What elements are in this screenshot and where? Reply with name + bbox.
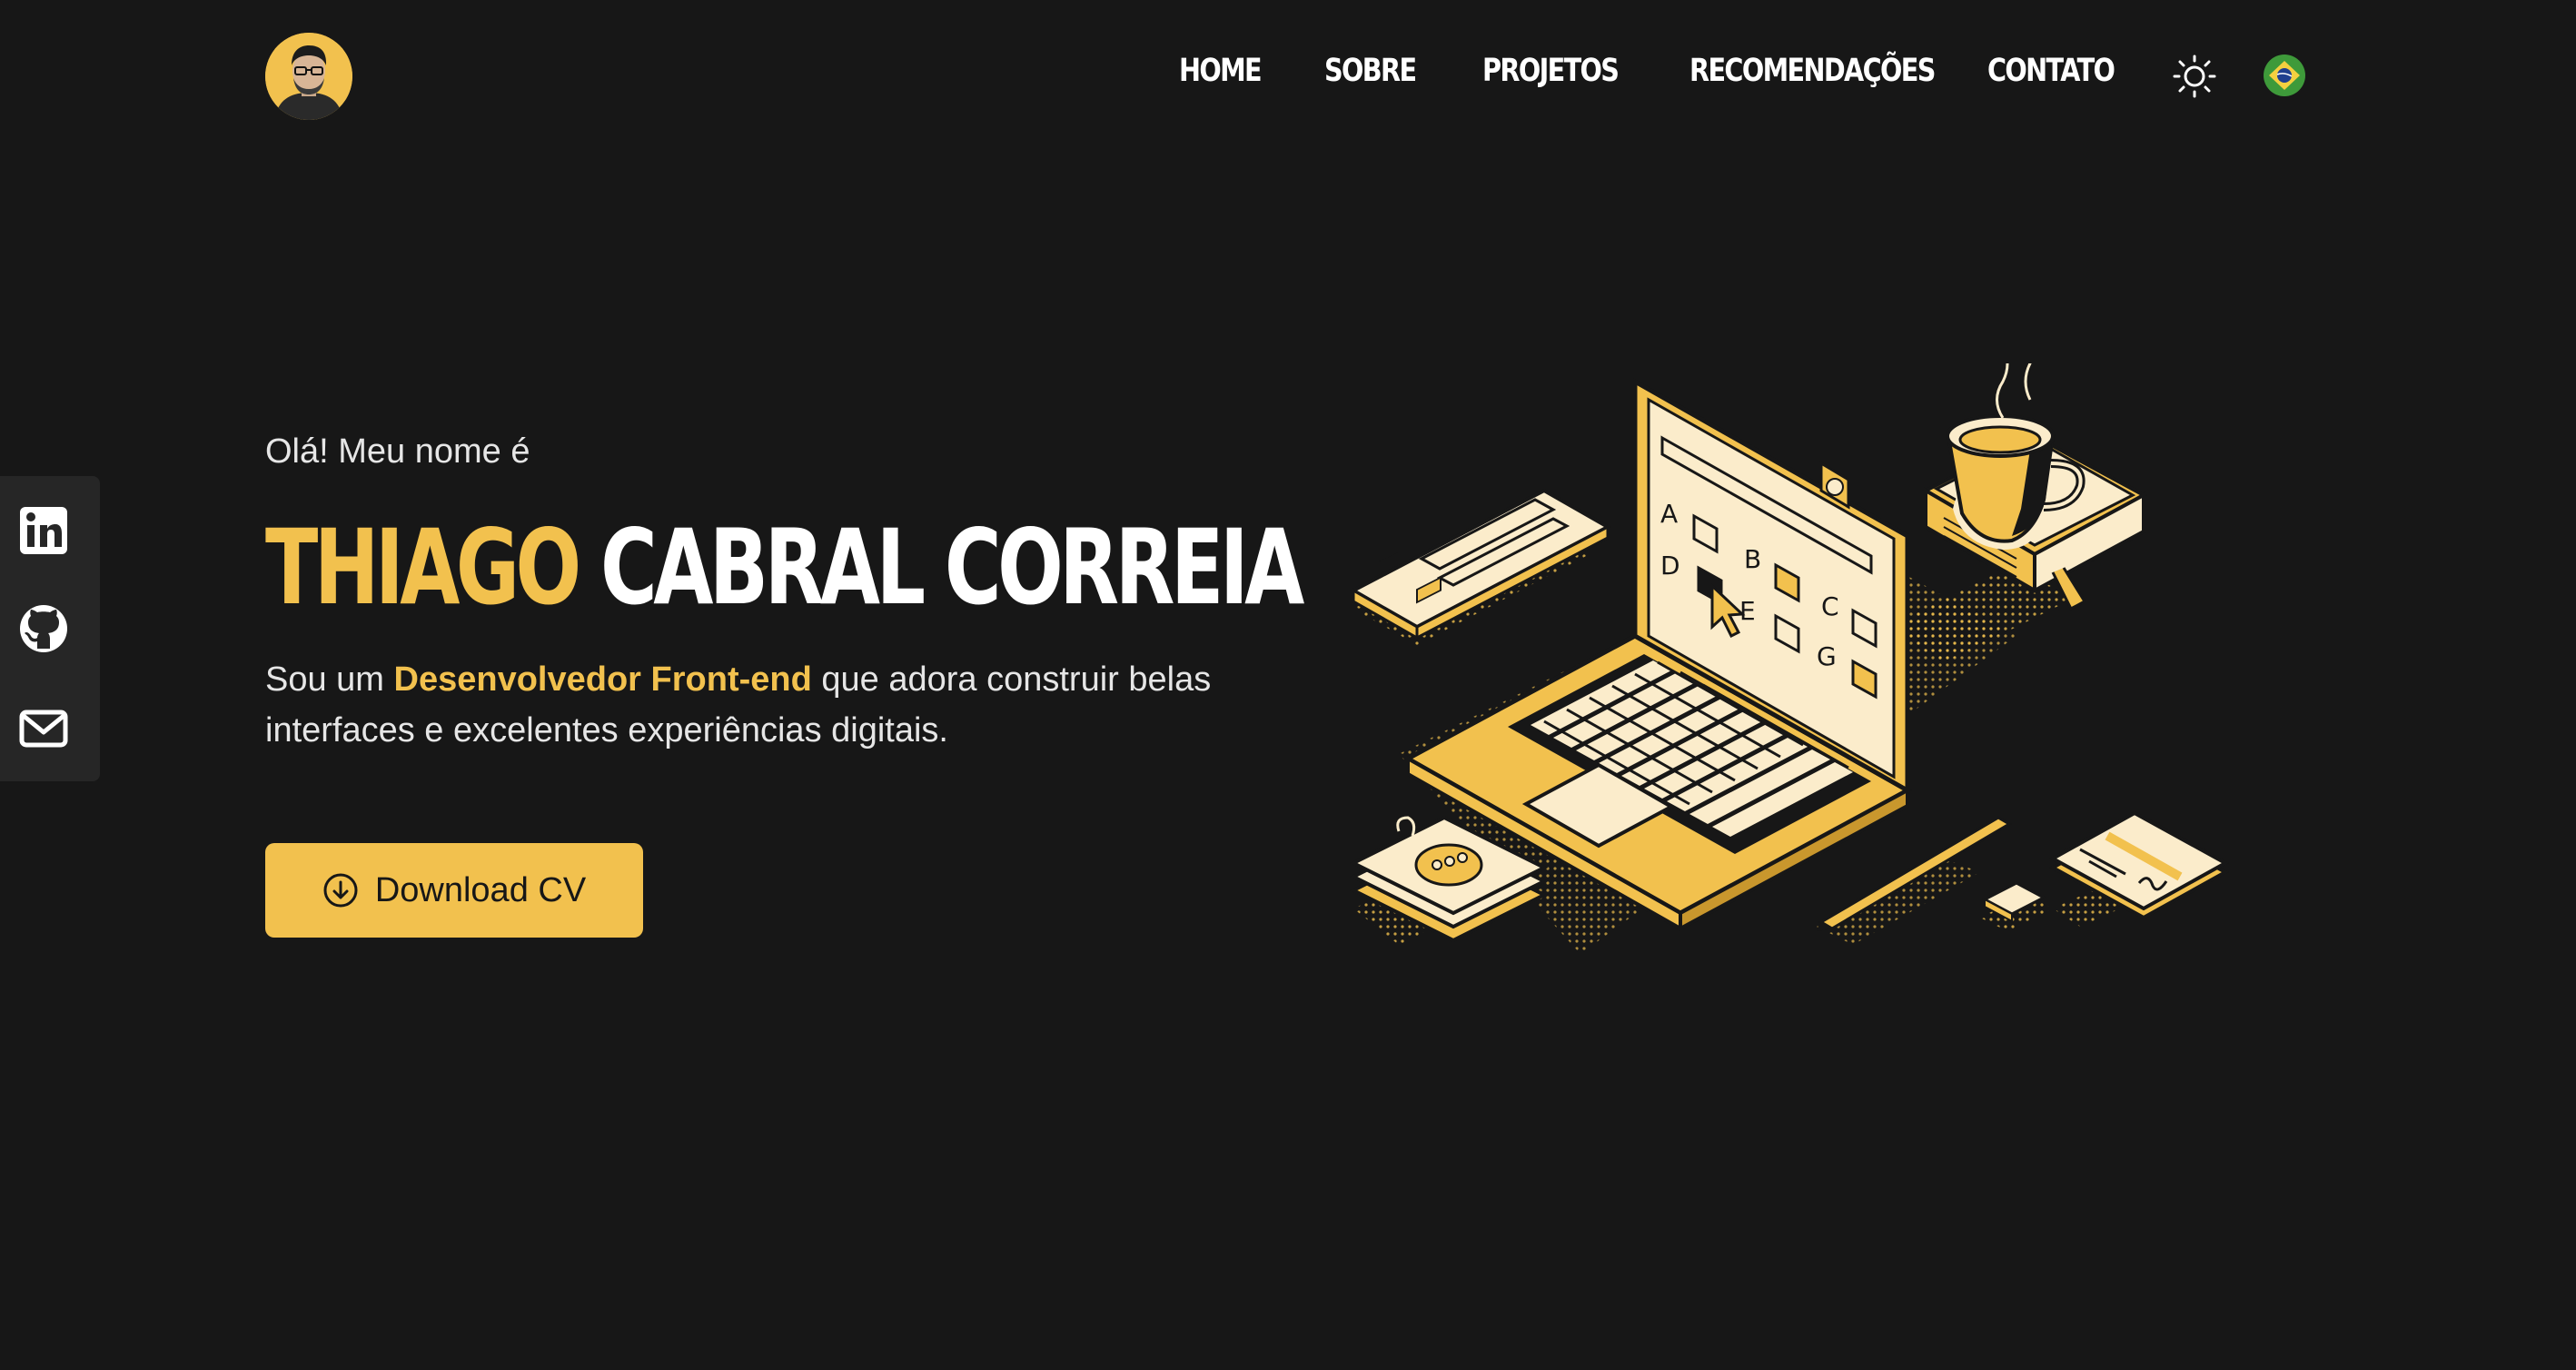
theme-toggle-button[interactable] <box>2173 55 2216 98</box>
nav-home[interactable]: HOME <box>1179 53 1263 89</box>
profile-photo <box>265 33 352 120</box>
quiz-letter-a: A <box>1660 499 1678 529</box>
download-cv-button[interactable]: Download CV <box>265 843 643 938</box>
download-cv-label: Download CV <box>374 870 587 909</box>
coffee-mug-illustration <box>1921 363 2148 611</box>
github-icon <box>20 605 67 652</box>
language-button[interactable] <box>2264 55 2305 96</box>
nav-recommendations[interactable]: RECOMENDAÇÕES <box>1689 53 1936 89</box>
workspace-illustration: A B C D E G <box>1349 363 2230 954</box>
greeting-text: Olá! Meu nome é <box>265 432 530 471</box>
arrow-down-circle-icon <box>323 873 358 908</box>
quiz-letter-d: D <box>1660 551 1680 581</box>
brazil-flag-icon <box>2264 55 2305 96</box>
portfolio-page: HOME SOBRE PROJETOS RECOMENDAÇÕES CONTAT… <box>0 0 2576 1370</box>
email-link[interactable] <box>18 703 69 754</box>
nav-projects[interactable]: PROJETOS <box>1482 53 1620 89</box>
tagline-highlight: Desenvolvedor Front-end <box>393 660 812 699</box>
avatar[interactable] <box>265 33 352 120</box>
hero-tagline: Sou um Desenvolvedor Front-end que adora… <box>265 654 1228 756</box>
quiz-letter-c: C <box>1821 591 1839 621</box>
quiz-letter-b: B <box>1744 544 1761 574</box>
quiz-letter-e: E <box>1739 596 1756 626</box>
social-sidebar <box>0 476 100 781</box>
tagline-before: Sou um <box>265 660 384 699</box>
nav-contact[interactable]: CONTATO <box>1987 53 2115 89</box>
mail-icon <box>19 710 68 748</box>
linkedin-link[interactable] <box>18 505 69 556</box>
linkedin-icon <box>20 507 67 554</box>
quiz-letter-g: G <box>1817 641 1837 671</box>
github-link[interactable] <box>18 603 69 654</box>
last-name: CABRAL CORREIA <box>600 507 1304 628</box>
sun-icon <box>2173 55 2216 98</box>
first-name: THIAGO <box>265 507 581 628</box>
hero-name: THIAGO CABRAL CORREIA <box>265 507 1304 628</box>
main-nav: HOME SOBRE PROJETOS RECOMENDAÇÕES CONTAT… <box>1179 53 2115 89</box>
nav-about[interactable]: SOBRE <box>1324 53 1417 89</box>
